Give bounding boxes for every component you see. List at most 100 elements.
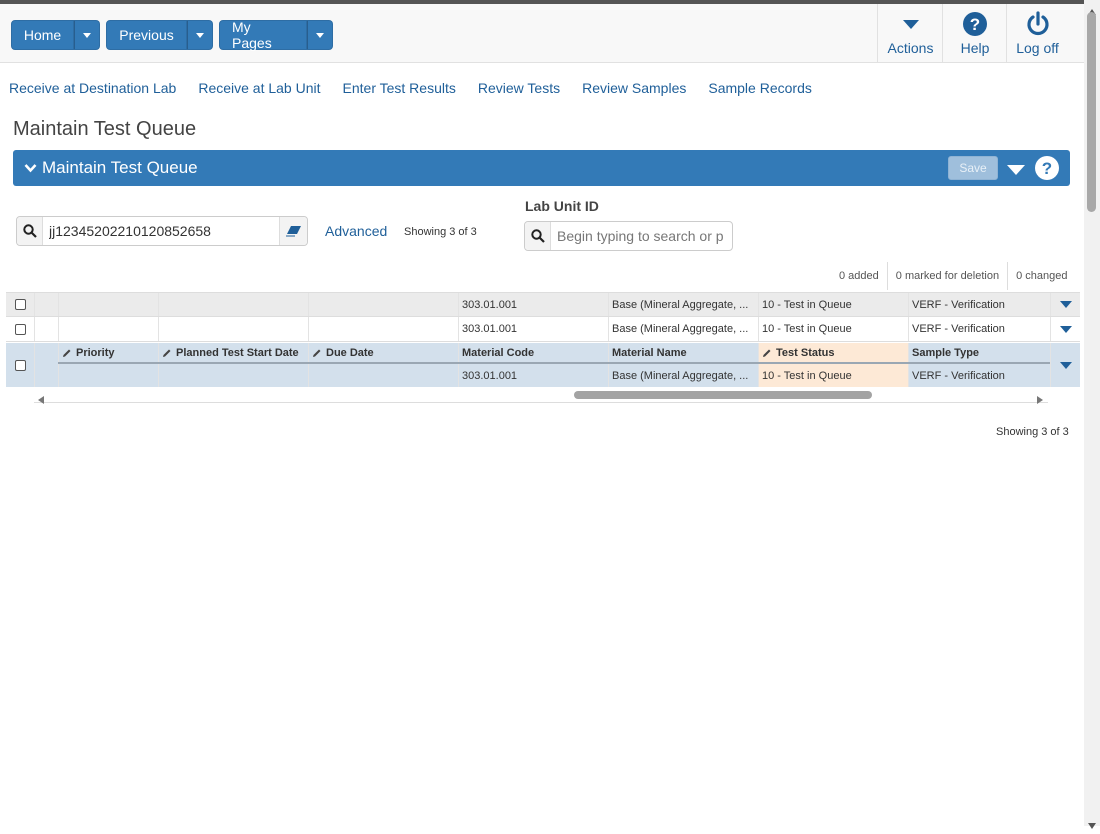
col-header-planned-start[interactable]: Planned Test Start Date bbox=[158, 343, 308, 362]
search-input[interactable] bbox=[43, 217, 279, 245]
table-row-expanded[interactable]: Priority Planned Test Start Date Due Dat… bbox=[6, 343, 1080, 387]
my-pages-dropdown-button[interactable] bbox=[307, 20, 333, 50]
sub-navigation: Receive at Destination Lab Receive at La… bbox=[9, 80, 812, 96]
previous-button-group: Previous bbox=[106, 20, 213, 50]
panel-help-icon[interactable]: ? bbox=[1034, 155, 1060, 186]
previous-button[interactable]: Previous bbox=[106, 20, 187, 50]
nav-review-samples[interactable]: Review Samples bbox=[582, 80, 686, 96]
page-title: Maintain Test Queue bbox=[13, 118, 197, 140]
search-icon[interactable] bbox=[17, 217, 43, 245]
nav-review-tests[interactable]: Review Tests bbox=[478, 80, 560, 96]
row-checkbox[interactable] bbox=[14, 359, 26, 371]
material-code-cell: 303.01.001 bbox=[458, 364, 608, 387]
nav-sample-records[interactable]: Sample Records bbox=[708, 80, 812, 96]
svg-text:?: ? bbox=[1042, 159, 1052, 178]
pencil-icon bbox=[63, 349, 71, 357]
col-header-material-code[interactable]: Material Code bbox=[458, 343, 608, 362]
sample-type-cell: VERF - Verification bbox=[908, 317, 1050, 341]
advanced-search-link[interactable]: Advanced bbox=[325, 223, 387, 239]
priority-cell[interactable] bbox=[58, 364, 158, 387]
material-code-cell: 303.01.001 bbox=[458, 293, 608, 316]
row-checkbox[interactable] bbox=[14, 323, 26, 335]
due-date-cell[interactable] bbox=[308, 293, 458, 316]
result-count-bottom: Showing 3 of 3 bbox=[996, 426, 1069, 438]
test-status-cell[interactable]: 10 - Test in Queue bbox=[758, 364, 908, 387]
lab-unit-input[interactable] bbox=[551, 222, 729, 250]
scroll-left-arrow-icon[interactable] bbox=[38, 391, 44, 409]
previous-dropdown-button[interactable] bbox=[187, 20, 213, 50]
row-menu-button[interactable] bbox=[1050, 317, 1080, 341]
pencil-icon bbox=[313, 349, 321, 357]
my-pages-button[interactable]: My Pages bbox=[219, 19, 307, 51]
row-menu-caret-icon bbox=[1059, 325, 1072, 333]
col-header-planned-start-label: Planned Test Start Date bbox=[176, 346, 299, 359]
log-off-button[interactable]: Log off bbox=[1006, 4, 1068, 63]
changed-count: 0 changed bbox=[1007, 262, 1075, 290]
log-off-label: Log off bbox=[1016, 40, 1059, 56]
col-header-due-date-label: Due Date bbox=[326, 346, 374, 359]
sample-type-cell: VERF - Verification bbox=[908, 364, 1050, 387]
caret-down-icon bbox=[316, 32, 324, 38]
row-menu-button[interactable] bbox=[1050, 293, 1080, 316]
priority-cell[interactable] bbox=[58, 293, 158, 316]
inline-header-row: Priority Planned Test Start Date Due Dat… bbox=[58, 343, 1050, 364]
table-row[interactable]: 303.01.001 Base (Mineral Aggregate, ... … bbox=[6, 292, 1080, 317]
row-checkbox[interactable] bbox=[14, 299, 26, 310]
table-row[interactable]: 303.01.001 Base (Mineral Aggregate, ... … bbox=[6, 317, 1080, 342]
due-date-cell[interactable] bbox=[308, 317, 458, 341]
due-date-cell[interactable] bbox=[308, 364, 458, 387]
planned-start-cell[interactable] bbox=[158, 293, 308, 316]
help-label: Help bbox=[960, 40, 990, 56]
vertical-scroll-thumb[interactable] bbox=[1087, 12, 1096, 212]
test-status-cell[interactable]: 10 - Test in Queue bbox=[758, 317, 908, 341]
sample-type-cell: VERF - Verification bbox=[908, 293, 1050, 316]
col-header-priority[interactable]: Priority bbox=[58, 343, 158, 362]
my-pages-button-group: My Pages bbox=[219, 19, 333, 51]
col-header-priority-label: Priority bbox=[76, 346, 115, 359]
collapse-chevron-icon[interactable] bbox=[24, 160, 37, 178]
caret-down-icon bbox=[83, 32, 91, 38]
nav-enter-test-results[interactable]: Enter Test Results bbox=[343, 80, 456, 96]
col-header-test-status-label: Test Status bbox=[776, 346, 835, 359]
page-vertical-scrollbar[interactable] bbox=[1084, 0, 1100, 829]
planned-start-cell[interactable] bbox=[158, 364, 308, 387]
help-circle-icon: ? bbox=[962, 8, 988, 40]
material-name-cell: Base (Mineral Aggregate, ... bbox=[608, 364, 758, 387]
pencil-icon bbox=[163, 349, 171, 357]
home-button[interactable]: Home bbox=[11, 20, 74, 50]
material-name-cell: Base (Mineral Aggregate, ... bbox=[608, 293, 758, 316]
scroll-down-arrow-icon[interactable] bbox=[1088, 816, 1096, 834]
horizontal-scroll-thumb[interactable] bbox=[574, 391, 872, 399]
test-status-cell[interactable]: 10 - Test in Queue bbox=[758, 293, 908, 316]
actions-label: Actions bbox=[887, 40, 934, 56]
material-name-cell: Base (Mineral Aggregate, ... bbox=[608, 317, 758, 341]
expanded-row-body: Priority Planned Test Start Date Due Dat… bbox=[58, 343, 1050, 387]
caret-down-icon bbox=[196, 32, 204, 38]
planned-start-cell[interactable] bbox=[158, 317, 308, 341]
app-header: Home Previous My Pages Actions ? Help Lo… bbox=[0, 4, 1084, 63]
result-count-top: Showing 3 of 3 bbox=[404, 226, 477, 238]
home-dropdown-button[interactable] bbox=[74, 20, 100, 50]
nav-receive-lab-unit[interactable]: Receive at Lab Unit bbox=[198, 80, 320, 96]
grid-horizontal-scrollbar[interactable] bbox=[34, 387, 1048, 404]
actions-menu[interactable]: Actions bbox=[877, 4, 943, 63]
nav-receive-destination-lab[interactable]: Receive at Destination Lab bbox=[9, 80, 176, 96]
search-icon[interactable] bbox=[525, 222, 551, 250]
col-header-test-status[interactable]: Test Status bbox=[758, 343, 908, 362]
row-menu-caret-icon bbox=[1059, 301, 1072, 308]
panel-header: Maintain Test Queue Save ? bbox=[13, 150, 1070, 186]
help-button[interactable]: ? Help bbox=[942, 4, 1007, 63]
col-header-material-name[interactable]: Material Name bbox=[608, 343, 758, 362]
row-menu-button[interactable] bbox=[1050, 343, 1080, 387]
col-header-sample-type[interactable]: Sample Type bbox=[908, 343, 1050, 362]
search-box bbox=[16, 216, 308, 246]
panel-menu-caret-icon[interactable] bbox=[1007, 163, 1025, 181]
col-header-due-date[interactable]: Due Date bbox=[308, 343, 458, 362]
svg-text:?: ? bbox=[970, 15, 980, 34]
save-button[interactable]: Save bbox=[948, 156, 998, 180]
added-count: 0 added bbox=[839, 270, 879, 282]
lab-unit-label: Lab Unit ID bbox=[525, 198, 599, 214]
priority-cell[interactable] bbox=[58, 317, 158, 341]
scroll-right-arrow-icon[interactable] bbox=[1037, 391, 1043, 409]
eraser-icon[interactable] bbox=[279, 217, 307, 245]
